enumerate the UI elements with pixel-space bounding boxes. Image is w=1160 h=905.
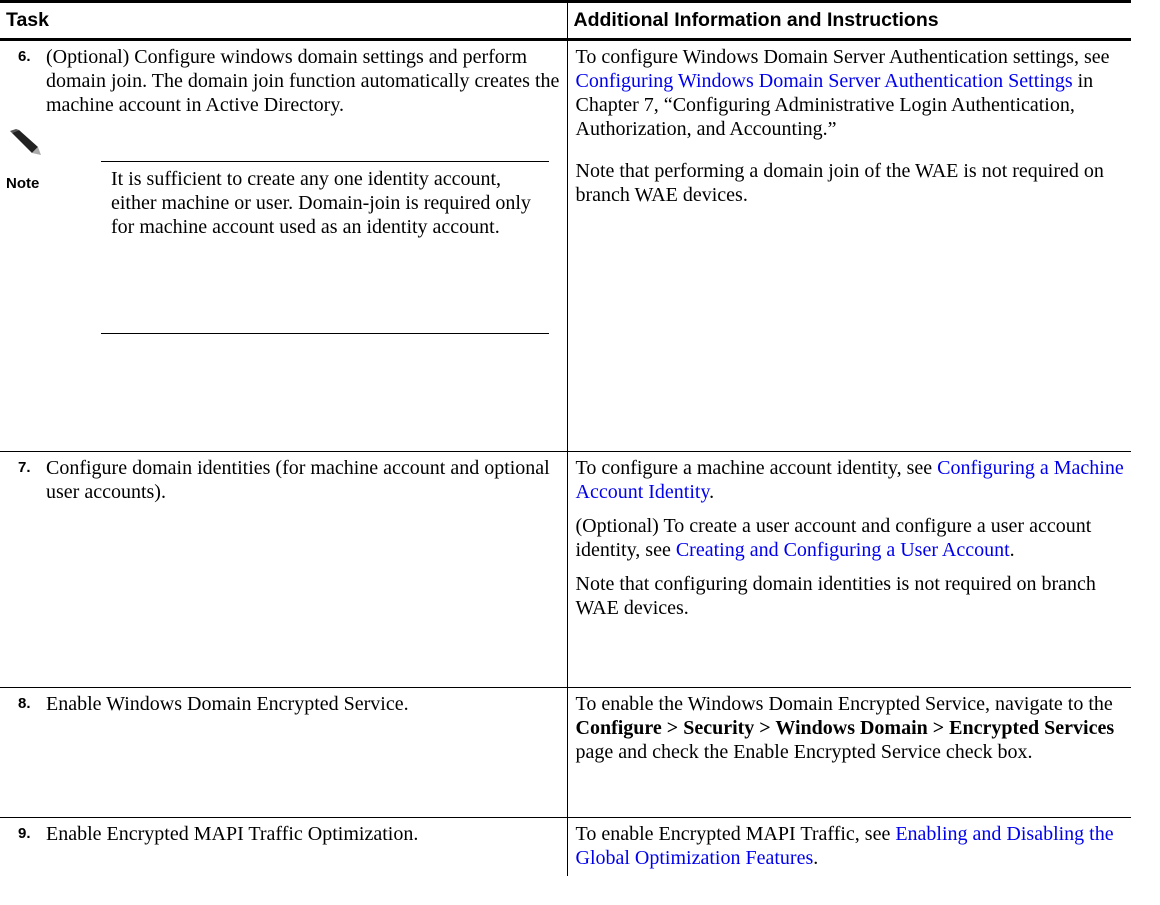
info-paragraph: Note that performing a domain join of th… [575,160,1104,206]
info-paragraph: To configure Windows Domain Server Authe… [576,45,1126,141]
task-cell: 8. Enable Windows Domain Encrypted Servi… [0,687,567,818]
link-user-account[interactable]: Creating and Configuring a User Account [676,539,1010,561]
info-text: To configure a machine account identity,… [575,457,938,479]
info-text: To configure Windows Domain Server Authe… [575,46,1110,68]
step-text: Enable Encrypted MAPI Traffic Optimizati… [46,823,419,845]
step-number: 9. [18,825,31,842]
info-cell: To enable Encrypted MAPI Traffic, see En… [566,817,1131,876]
info-cell: To enable the Windows Domain Encrypted S… [566,687,1131,818]
step-text: Enable Windows Domain Encrypted Service. [46,693,409,715]
step-number: 7. [18,459,31,476]
step-text: Configure domain identities (for machine… [46,457,550,503]
task-table: Task Additional Information and Instruct… [0,0,1131,876]
info-paragraph: (Optional) To create a user account and … [576,514,1126,562]
task-cell: 6. (Optional) Configure windows domain s… [0,39,567,452]
info-text: . [709,481,715,503]
table-row: 9. Enable Encrypted MAPI Traffic Optimiz… [0,817,1131,877]
info-cell: To configure Windows Domain Server Authe… [566,39,1131,452]
note-label: Note [6,175,40,192]
info-text: To enable Encrypted MAPI Traffic, see [575,823,896,845]
info-text: . [1009,539,1015,561]
info-paragraph: To configure a machine account identity,… [576,456,1126,504]
task-cell: 9. Enable Encrypted MAPI Traffic Optimiz… [0,818,567,877]
table-header-row: Task Additional Information and Instruct… [0,0,1131,41]
note-text: It is sufficient to create any one ident… [111,168,531,238]
header-info: Additional Information and Instructions [566,0,1131,41]
note-divider-bottom [101,333,549,334]
step-text: (Optional) Configure windows domain sett… [46,46,560,116]
info-paragraph: Note that configuring domain identities … [575,573,1096,619]
table-row: 7. Configure domain identities (for mach… [0,451,1131,688]
info-cell: To configure a machine account identity,… [566,451,1131,688]
table-row: 6. (Optional) Configure windows domain s… [0,39,1131,452]
step-number: 8. [18,695,31,712]
note-block: Note It is sufficient to create any one … [6,129,561,337]
note-pencil-icon [6,129,46,159]
header-task: Task [0,0,567,41]
link-windows-domain-auth[interactable]: Configuring Windows Domain Server Authen… [576,70,1073,92]
document-page: Task Additional Information and Instruct… [0,0,1160,905]
info-text: To enable the Windows Domain Encrypted S… [575,693,1113,715]
note-divider-top [101,161,549,162]
table-row: 8. Enable Windows Domain Encrypted Servi… [0,687,1131,818]
menu-path: Configure > Security > Windows Domain > … [575,717,1115,739]
step-number: 6. [18,48,31,65]
info-text: . [813,847,819,869]
info-text: page and check the Enable Encrypted Serv… [575,741,1033,763]
task-cell: 7. Configure domain identities (for mach… [0,451,567,688]
